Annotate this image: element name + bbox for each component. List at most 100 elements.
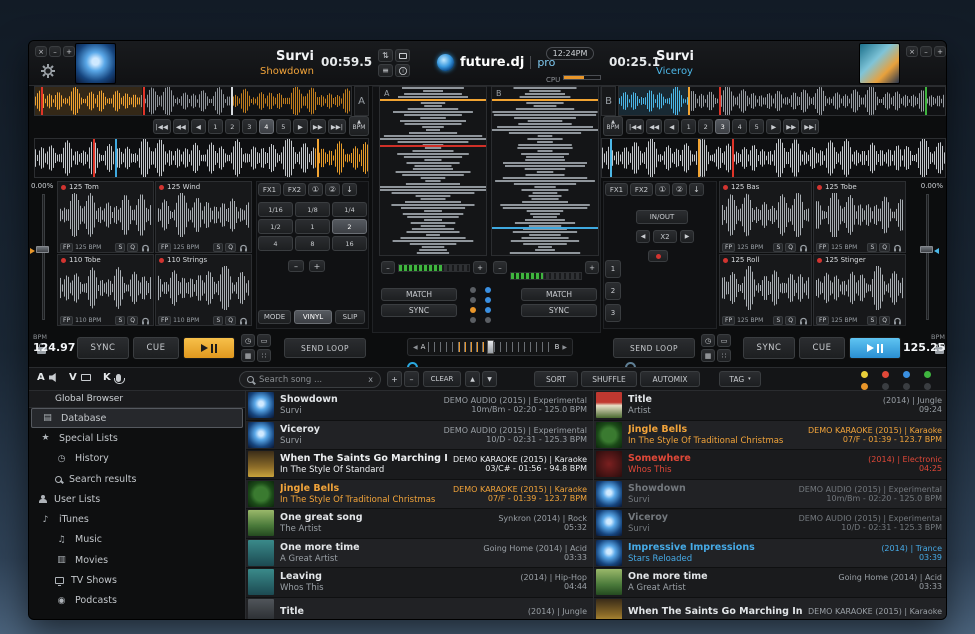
sample-fp-button[interactable]: FP	[158, 316, 171, 325]
transport-button[interactable]: 5	[276, 119, 291, 134]
window-button[interactable]: –	[49, 46, 61, 57]
sample-q-button[interactable]: Q	[127, 243, 138, 252]
sample-headphones-icon[interactable]	[142, 244, 149, 250]
transport-button[interactable]: 2	[225, 119, 240, 134]
sample-slot[interactable]: 110 Tobe FP 110 BPM S Q	[57, 254, 154, 326]
track-row[interactable]: Viceroy Survi DEMO AUDIO (2015) | Experi…	[594, 509, 947, 539]
sample-headphones-icon[interactable]	[240, 244, 247, 250]
sample-s-button[interactable]: S	[213, 316, 223, 325]
sample-slot[interactable]: 125 Tom FP 125 BPM S Q	[57, 181, 154, 253]
track-row[interactable]: Viceroy Survi DEMO AUDIO (2015) | Experi…	[246, 421, 593, 451]
download-icon[interactable]: ↓	[689, 183, 704, 196]
sample-s-button[interactable]: S	[213, 243, 223, 252]
deck-b-fx1-button[interactable]: FX1	[605, 183, 628, 196]
sample-headphones-icon[interactable]	[894, 244, 901, 250]
transport-button[interactable]: ▶	[766, 119, 781, 134]
loop-fraction-button[interactable]: 8	[295, 236, 330, 251]
grid-icon[interactable]: ▦	[241, 349, 255, 362]
sample-fp-button[interactable]: FP	[816, 243, 829, 252]
window-button[interactable]: ×	[35, 46, 47, 57]
loop-plus-button[interactable]: +	[309, 260, 325, 272]
sample-q-button[interactable]: Q	[879, 316, 890, 325]
sample-slot[interactable]: 125 Tobe FP 125 BPM S Q	[813, 181, 906, 253]
volume-a-plus-button[interactable]: +	[473, 261, 487, 274]
transport-button[interactable]: ▶▶	[783, 119, 799, 134]
sample-q-button[interactable]: Q	[785, 243, 796, 252]
sidebar-item[interactable]: ♫ Music	[29, 530, 245, 550]
deck-b-sync-button[interactable]: SYNC	[743, 337, 795, 359]
transport-button[interactable]: 5	[749, 119, 764, 134]
transport-button[interactable]: |◀◀	[626, 119, 644, 134]
track-row[interactable]: Impressive Impressions Stars Reloaded (2…	[594, 539, 947, 569]
info-icon[interactable]	[395, 64, 410, 77]
loop-fraction-button[interactable]: 4	[258, 236, 293, 251]
sidebar-item[interactable]: ◷ History	[29, 449, 245, 469]
sample-slot[interactable]: 110 Strings FP 110 BPM S Q	[155, 254, 252, 326]
loop-fraction-button[interactable]: 2	[332, 219, 367, 234]
deck-b-overview-waveform[interactable]	[618, 86, 946, 116]
window-button[interactable]: +	[934, 46, 946, 57]
volume-b-meter[interactable]	[510, 272, 582, 280]
settings-gear-icon[interactable]	[41, 63, 55, 82]
loop-in-out-button[interactable]: IN/OUT	[636, 210, 688, 224]
tag-color-dot[interactable]	[882, 383, 889, 390]
remove-button[interactable]: –	[404, 371, 419, 387]
volume-b-minus-button[interactable]: –	[493, 261, 507, 274]
sample-s-button[interactable]: S	[115, 243, 125, 252]
deck-b-main-waveform[interactable]	[601, 138, 946, 178]
sidebar-item[interactable]: ♪ iTunes	[29, 509, 245, 529]
deck-b-bpm-button[interactable]: ▲ BPM	[603, 116, 623, 136]
loop-memory-button[interactable]: 2	[605, 282, 621, 300]
window-button[interactable]: –	[920, 46, 932, 57]
deck-a-main-waveform[interactable]	[34, 138, 369, 178]
sample-fp-button[interactable]: FP	[722, 316, 735, 325]
deck-a-send-loop-button[interactable]: SEND LOOP	[284, 338, 366, 358]
sidebar-item[interactable]: ◉ Podcasts	[29, 591, 245, 611]
deck-a-fx2-button[interactable]: FX2	[283, 183, 306, 196]
window-button[interactable]: +	[63, 46, 75, 57]
sample-headphones-icon[interactable]	[800, 317, 807, 323]
match-a-button[interactable]: MATCH	[381, 288, 457, 301]
dots-icon[interactable]: ∷	[717, 349, 731, 362]
deck-a-play-button[interactable]	[183, 337, 235, 359]
transport-button[interactable]: ▶▶|	[801, 119, 819, 134]
sidebar-item[interactable]: Search results	[29, 469, 245, 489]
tag-color-dot[interactable]	[903, 383, 910, 390]
sidebar-item[interactable]: TV Shows	[29, 570, 245, 590]
monitor-a-toggle[interactable]: A	[37, 372, 59, 383]
mode-button[interactable]: MODE	[258, 310, 291, 324]
download-icon[interactable]: ↓	[342, 183, 357, 196]
sample-s-button[interactable]: S	[867, 316, 877, 325]
loop-fraction-button[interactable]: 1	[295, 219, 330, 234]
sample-fp-button[interactable]: FP	[816, 316, 829, 325]
deck-b-send-loop-button[interactable]: SEND LOOP	[613, 338, 695, 358]
deck-b-play-button[interactable]	[849, 337, 901, 359]
transport-button[interactable]: 2	[698, 119, 713, 134]
sample-s-button[interactable]: S	[867, 243, 877, 252]
sample-q-button[interactable]: Q	[879, 243, 890, 252]
track-row[interactable]: One great song The Artist Synkron (2014)…	[246, 509, 593, 539]
deck-a-fx-slot1-button[interactable]: ①	[308, 183, 323, 196]
deck-b-fx-slot2-button[interactable]: ②	[672, 183, 687, 196]
sort-button[interactable]: SORT	[534, 371, 578, 387]
midi-icon[interactable]: ⇅	[378, 49, 393, 62]
loop-minus-button[interactable]: –	[288, 260, 304, 272]
track-row[interactable]: Somewhere Whos This (2014) | Electronic …	[594, 450, 947, 480]
deck-b-cue-button[interactable]: CUE	[799, 337, 845, 359]
deck-a-pitch-handle[interactable]	[36, 246, 49, 253]
screen-icon[interactable]: ▭	[257, 334, 271, 347]
sidebar-item[interactable]: ▥ Movies	[29, 550, 245, 570]
mixer-icon[interactable]: ≡	[378, 64, 393, 77]
track-row[interactable]: Title Artist (2014) | Jungle 09:24	[594, 391, 947, 421]
vinyl-button[interactable]: VINYL	[294, 310, 332, 324]
deck-a-bpm-button[interactable]: ▲ BPM	[349, 116, 369, 136]
loop-memory-button[interactable]: 1	[605, 260, 621, 278]
slip-button[interactable]: SLIP	[335, 310, 365, 324]
transport-button[interactable]: ◀	[664, 119, 679, 134]
sample-headphones-icon[interactable]	[894, 317, 901, 323]
volume-b-plus-button[interactable]: +	[585, 261, 599, 274]
monitor-k-toggle[interactable]: K	[103, 372, 124, 383]
sample-s-button[interactable]: S	[773, 316, 783, 325]
transport-button[interactable]: 4	[259, 119, 274, 134]
sample-slot[interactable]: 125 Roll FP 125 BPM S Q	[719, 254, 812, 326]
